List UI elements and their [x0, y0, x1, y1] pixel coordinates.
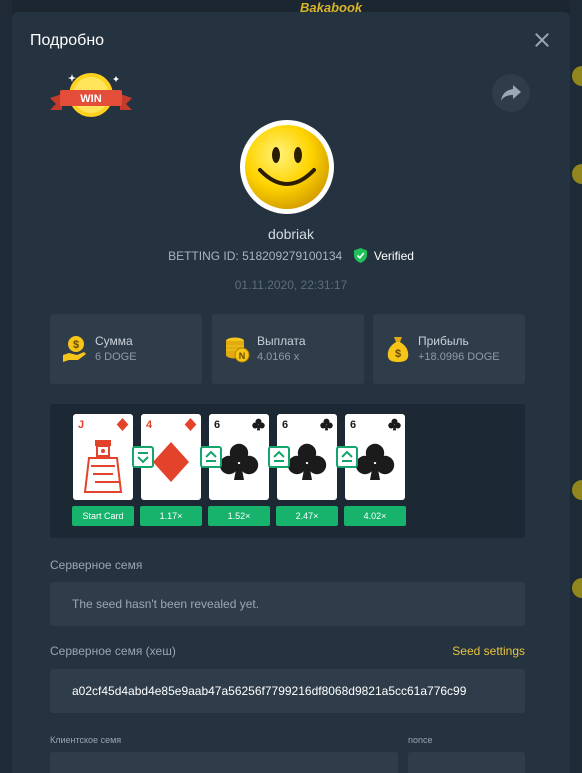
stat-value-payout: 4.0166 x [257, 351, 300, 363]
diamonds-suit-icon [184, 418, 197, 436]
betting-id-row: BETTING ID: 518209279100134 Verified [12, 248, 570, 266]
close-icon[interactable] [532, 30, 552, 50]
money-bag-icon: $ [387, 337, 409, 362]
stat-value-profit: +18.0996 DOGE [418, 351, 500, 363]
clubs-suit-icon [388, 418, 401, 436]
clubs-suit-large-icon [219, 442, 259, 487]
verified-label: Verified [373, 249, 414, 263]
server-hash-label: Серверное семя (хеш) [50, 644, 176, 658]
card-multiplier-badge: 1.17× [140, 506, 202, 526]
diamonds-suit-icon [116, 418, 129, 436]
card-rank: 6 [350, 419, 357, 431]
username: dobriak [268, 226, 314, 242]
card-multiplier-badge: 2.47× [276, 506, 338, 526]
server-seed-label: Серверное семя [50, 558, 143, 572]
background-right-column [570, 0, 582, 773]
nonce-label: nonce [408, 735, 433, 745]
win-badge-text: WIN [80, 93, 101, 105]
card-rank: 4 [146, 419, 153, 431]
arrow-up-icon [200, 446, 222, 468]
smiley-avatar-icon [245, 125, 329, 209]
modal-header: Подробно [12, 12, 570, 68]
avatar [240, 120, 334, 214]
svg-text:$: $ [395, 348, 401, 360]
stat-card-profit: $ Прибыль +18.0996 DOGE [373, 314, 525, 384]
arrow-up-icon [336, 446, 358, 468]
background-left-column [0, 0, 12, 773]
card-multiplier-badge: 1.52× [208, 506, 270, 526]
client-seed-field[interactable] [50, 752, 398, 773]
coins-stack-icon: N [226, 337, 250, 363]
svg-text:N: N [239, 351, 246, 361]
stat-card-amount: $ Сумма 6 DOGE [50, 314, 202, 384]
card-history-panel: J Start Card 4 1.17× 6 1.52× 6 2.47× 6 4.02× [50, 404, 525, 538]
card-rank: J [78, 419, 85, 431]
stat-label-profit: Прибыль [418, 334, 469, 348]
clubs-suit-icon [320, 418, 333, 436]
clubs-suit-icon [252, 418, 265, 436]
server-hash-field[interactable]: a02cf45d4abd4e85e9aab47a56256f7799216df8… [50, 669, 525, 713]
arrow-down-icon [132, 446, 154, 468]
background-brand-text: Bakabook [300, 0, 363, 12]
card-multiplier-badge: Start Card [72, 506, 134, 526]
betting-id-label: BETTING ID: [168, 249, 239, 263]
share-button[interactable] [492, 74, 530, 112]
win-badge: WIN [50, 70, 132, 124]
arrow-up-icon [268, 446, 290, 468]
client-seed-label: Клиентское семя [50, 735, 122, 745]
modal-title: Подробно [30, 32, 105, 49]
dollar-hand-icon: $ [63, 336, 86, 362]
seed-settings-link[interactable]: Seed settings [452, 644, 525, 658]
verified-shield-icon [353, 248, 367, 266]
server-seed-field: The seed hasn't been revealed yet. [50, 582, 525, 626]
share-arrow-icon [501, 85, 521, 101]
stat-value-amount: 6 DOGE [95, 351, 137, 363]
stat-label-amount: Сумма [95, 334, 133, 348]
clubs-suit-large-icon [287, 442, 327, 487]
card-rank: 6 [214, 419, 221, 431]
playing-card: J [73, 414, 133, 500]
stat-label-payout: Выплата [257, 334, 306, 348]
svg-text:$: $ [73, 339, 79, 351]
bet-datetime: 01.11.2020, 22:31:17 [234, 278, 348, 292]
stat-card-payout: N Выплата 4.0166 x [212, 314, 364, 384]
card-rank: 6 [282, 419, 289, 431]
bet-details-modal: Подробно WIN dobriak BETTING ID: 5182092… [12, 12, 570, 773]
jack-face-icon [81, 436, 125, 500]
nonce-field[interactable] [408, 752, 525, 773]
clubs-suit-large-icon [355, 442, 395, 487]
betting-id-value: 518209279100134 [242, 249, 343, 263]
diamonds-suit-large-icon [151, 442, 191, 487]
card-multiplier-badge: 4.02× [344, 506, 406, 526]
